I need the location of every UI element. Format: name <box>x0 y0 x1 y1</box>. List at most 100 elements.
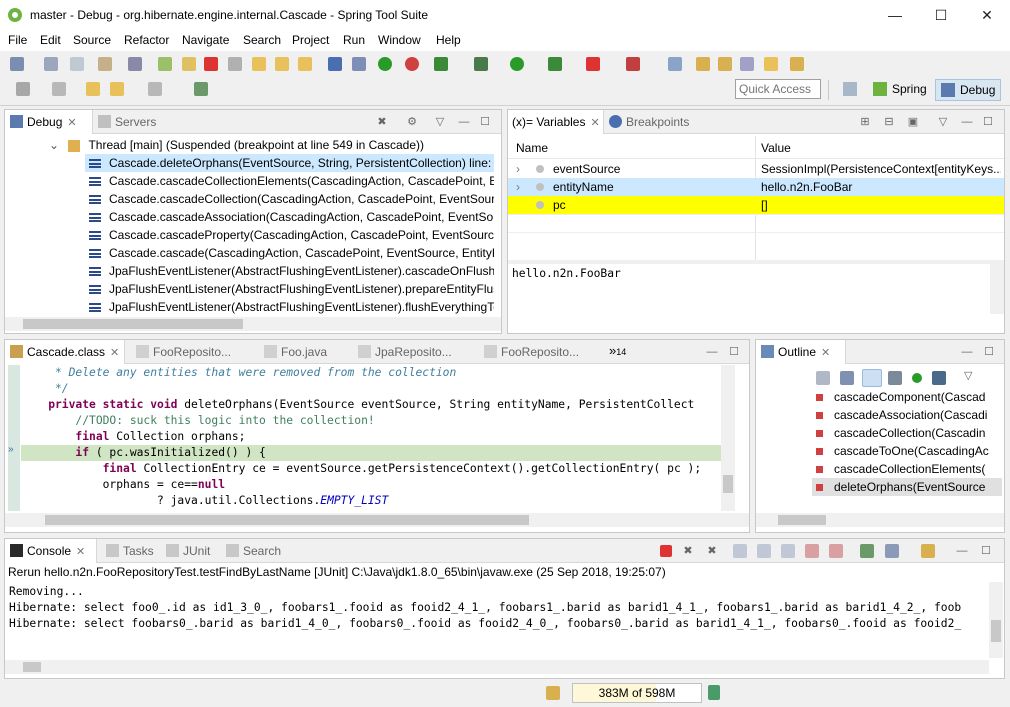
maximize-view-icon[interactable]: ☐ <box>478 115 492 129</box>
expand-chevron-icon[interactable]: › <box>516 160 520 178</box>
tab-debug[interactable]: Debug ✕ <box>5 110 93 134</box>
menu-project[interactable]: Project <box>292 33 329 47</box>
tab-overflow-button[interactable]: »14 <box>609 343 626 358</box>
coverage-icon[interactable] <box>548 57 562 71</box>
console-output[interactable]: Removing... Hibernate: select foo0_.id a… <box>5 582 988 658</box>
maximize-view-icon[interactable]: ☐ <box>981 115 995 129</box>
remove-terminated-icon[interactable]: ✖ <box>375 115 389 129</box>
last-edit-icon[interactable] <box>86 82 100 96</box>
maximize-view-icon[interactable]: ☐ <box>979 544 993 558</box>
variable-row[interactable]: › eventSource SessionImpl(PersistenceCon… <box>508 160 1004 178</box>
minimize-view-icon[interactable]: — <box>960 115 974 129</box>
maximize-view-icon[interactable]: ☐ <box>727 345 741 359</box>
console-vscrollbar[interactable] <box>989 582 1003 658</box>
open-type-icon[interactable] <box>98 57 112 71</box>
tab-foo-java[interactable]: Foo.java <box>259 340 339 364</box>
power-icon[interactable] <box>378 57 392 71</box>
open-console-icon[interactable] <box>921 544 935 558</box>
use-step-filters-icon[interactable] <box>352 57 366 71</box>
tab-junit[interactable]: JUnit <box>161 539 221 563</box>
minimize-view-icon[interactable]: — <box>457 115 471 129</box>
stack-frame-selected[interactable]: Cascade.deleteOrphans(EventSource, Strin… <box>85 154 494 172</box>
minimize-view-icon[interactable]: — <box>705 345 719 359</box>
editor-vscrollbar[interactable] <box>721 365 735 511</box>
outline-item[interactable]: cascadeCollectionElements( <box>812 460 1002 478</box>
stack-frame[interactable]: Cascade.cascadeProperty(CascadingAction,… <box>85 226 494 244</box>
close-tab-icon[interactable]: ✕ <box>76 546 85 558</box>
menu-search[interactable]: Search <box>243 33 281 47</box>
show-logical-structure-icon[interactable]: ⊟ <box>882 115 896 129</box>
editor-hscrollbar[interactable] <box>5 513 749 527</box>
scroll-thumb[interactable] <box>23 662 41 672</box>
pen-icon[interactable] <box>764 57 778 71</box>
tab-foo-repository-1[interactable]: FooReposito... <box>131 340 241 364</box>
sort-icon[interactable] <box>840 371 854 385</box>
terminate-icon[interactable] <box>660 545 672 557</box>
terminate-icon[interactable] <box>204 57 218 71</box>
heap-status[interactable]: 383M of 598M <box>572 683 702 703</box>
view-menu-icon[interactable]: ▽ <box>964 369 972 382</box>
stack-frame[interactable]: Cascade.cascade(CascadingAction, Cascade… <box>85 244 494 262</box>
variable-detail-text[interactable]: hello.n2n.FooBar <box>512 267 621 280</box>
tab-search[interactable]: Search <box>221 539 291 563</box>
close-tab-icon[interactable]: ✕ <box>590 117 599 129</box>
menu-help[interactable]: Help <box>436 33 461 47</box>
show-on-stdout-icon[interactable] <box>829 544 843 558</box>
menu-navigate[interactable]: Navigate <box>182 33 229 47</box>
new-spring-starter-icon[interactable] <box>434 57 448 71</box>
collapse-all-icon[interactable] <box>816 371 830 385</box>
drop-to-frame-icon[interactable] <box>328 57 342 71</box>
quick-access-input[interactable] <box>735 79 821 99</box>
tab-tasks[interactable]: Tasks <box>101 539 161 563</box>
scroll-lock-icon[interactable] <box>757 544 771 558</box>
close-button[interactable]: ✕ <box>964 0 1010 31</box>
display-selected-console-icon[interactable] <box>885 544 899 558</box>
view-menu-icon[interactable]: ▽ <box>433 115 447 129</box>
back-icon[interactable] <box>110 82 124 96</box>
save-all-icon[interactable] <box>70 57 84 71</box>
tab-cascade-class[interactable]: Cascade.class ✕ <box>5 340 125 364</box>
outline-item[interactable]: cascadeAssociation(Cascadi <box>812 406 1002 424</box>
menu-edit[interactable]: Edit <box>40 33 61 47</box>
save-icon[interactable] <box>44 57 58 71</box>
show-type-names-icon[interactable]: ⊞ <box>858 115 872 129</box>
tab-jpa-repository[interactable]: JpaReposito... <box>353 340 463 364</box>
new-class-icon[interactable] <box>668 57 682 71</box>
variable-row-selected[interactable]: › entityName hello.n2n.FooBar <box>508 178 1004 196</box>
search-tool-icon[interactable] <box>740 57 754 71</box>
step-over-icon[interactable] <box>275 57 289 71</box>
thread-node[interactable]: ⌄ Thread [main] (Suspended (breakpoint a… <box>49 136 494 154</box>
debug-run-icon[interactable] <box>474 57 488 71</box>
menu-file[interactable]: File <box>8 33 27 47</box>
expand-chevron-icon[interactable]: › <box>516 178 520 196</box>
column-header-value[interactable]: Value <box>761 139 1001 157</box>
collapse-all-icon[interactable]: ▣ <box>906 115 920 129</box>
console-hscrollbar[interactable] <box>5 660 989 674</box>
maximize-button[interactable]: ☐ <box>918 0 964 31</box>
tab-breakpoints[interactable]: Breakpoints <box>604 110 704 134</box>
menu-source[interactable]: Source <box>73 33 111 47</box>
annotation-icon[interactable] <box>790 57 804 71</box>
stop-icon[interactable] <box>586 57 600 71</box>
step-into-icon[interactable] <box>252 57 266 71</box>
close-tab-icon[interactable]: ✕ <box>821 347 830 359</box>
open-project-icon[interactable] <box>696 57 710 71</box>
skip-breakpoints-icon[interactable] <box>128 57 142 71</box>
scroll-thumb[interactable] <box>778 515 826 525</box>
hide-static-icon[interactable] <box>888 371 902 385</box>
pin-console-icon[interactable] <box>860 544 874 558</box>
stack-frame[interactable]: Cascade.cascadeAssociation(CascadingActi… <box>85 208 494 226</box>
column-header-name[interactable]: Name <box>516 139 756 157</box>
tab-foo-repository-2[interactable]: FooReposito... <box>479 340 589 364</box>
run-icon[interactable] <box>510 57 524 71</box>
tab-variables[interactable]: (x)= Variables ✕ <box>508 110 604 134</box>
word-wrap-icon[interactable] <box>781 544 795 558</box>
run-gc-trash-icon[interactable] <box>708 685 720 700</box>
step-return-icon[interactable] <box>298 57 312 71</box>
forward-icon[interactable] <box>148 82 162 96</box>
perspective-debug[interactable]: Debug <box>935 79 1001 101</box>
tab-console[interactable]: Console ✕ <box>5 539 97 563</box>
outline-hscrollbar[interactable] <box>756 513 1004 527</box>
view-settings-icon[interactable]: ⚙ <box>405 115 419 129</box>
minimize-view-icon[interactable]: — <box>955 544 969 558</box>
